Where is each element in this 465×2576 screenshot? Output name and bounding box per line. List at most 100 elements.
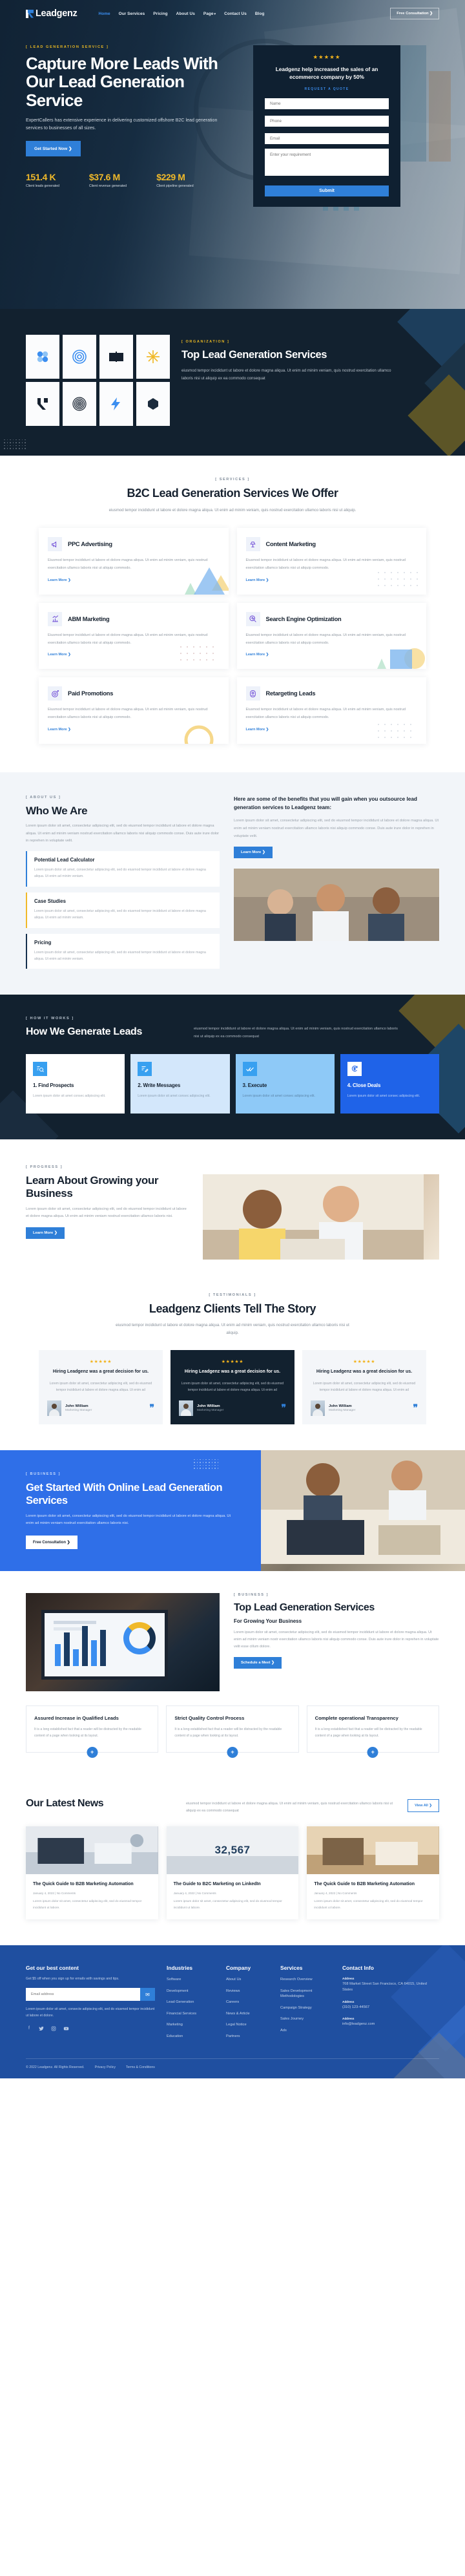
top-services-section: [ BUSINESS ] Top Lead Generation Service…: [0, 1570, 465, 1779]
learn-more-link[interactable]: Learn More ❯: [48, 653, 71, 657]
nav-item-contact-us[interactable]: Contact Us: [224, 12, 247, 16]
view-all-button[interactable]: View All ❯: [408, 1799, 439, 1812]
feature-cards-grid: Assured Increase in Qualified Leads It i…: [26, 1705, 439, 1758]
asterisk-burst-icon[interactable]: [136, 335, 170, 379]
footer-link[interactable]: Software: [167, 1977, 214, 1983]
accordion-item-pricing[interactable]: Pricing Lorem ipsum dolor sit amet, cons…: [26, 933, 220, 969]
arrow-flag-icon[interactable]: [26, 382, 59, 426]
footer-column-company: Company About Us Reviews Careers News & …: [226, 1965, 269, 2045]
stat-pipeline-value: $229 M: [156, 171, 185, 182]
concentric-rings-icon[interactable]: [63, 382, 96, 426]
service-card-ppc[interactable]: PPC Advertising Eiusmod tempor incididun…: [39, 528, 229, 595]
nav-item-home[interactable]: Home: [98, 12, 110, 16]
twitter-icon[interactable]: [38, 2025, 45, 2032]
nav-item-pricing[interactable]: Pricing: [153, 12, 167, 16]
facebook-icon[interactable]: f: [26, 2025, 32, 2032]
service-card-content-marketing[interactable]: Content Marketing Eiusmod tempor incidid…: [236, 528, 426, 595]
news-card[interactable]: 32,567 The Guide to B2C Marketing on Lin…: [166, 1826, 299, 1920]
footer-link[interactable]: Legal Notice: [226, 2022, 269, 2028]
learn-more-link[interactable]: Learn More ❯: [246, 653, 269, 657]
instagram-icon[interactable]: [50, 2025, 57, 2032]
requirement-textarea[interactable]: [265, 149, 389, 176]
schedule-meet-button[interactable]: Schedule a Meet ❯: [234, 1657, 282, 1669]
lamp-icon: [245, 537, 260, 552]
step-title: 1. Find Prospects: [33, 1082, 74, 1088]
footer-column-heading: Company: [226, 1965, 251, 1972]
clover-logo-icon[interactable]: [26, 335, 59, 379]
footer-link[interactable]: Sales Journey: [280, 2016, 331, 2022]
nav-item-about-us[interactable]: About Us: [176, 12, 195, 16]
feature-text: It is a long established fact that a rea…: [315, 1727, 422, 1738]
testimonial-quote: Hiring Leadgenz was a great decision for…: [52, 1369, 149, 1375]
news-card[interactable]: The Quick Guide to B2B Marketing Automat…: [307, 1826, 439, 1920]
nav-item-page[interactable]: Page▾: [203, 12, 216, 16]
footer-link[interactable]: Ads: [280, 2028, 331, 2034]
open-book-icon[interactable]: [99, 335, 133, 379]
progress-learn-more-button[interactable]: Learn More ❯: [26, 1227, 65, 1239]
lightning-bolt-icon[interactable]: [99, 382, 133, 426]
benefit-learn-more-button[interactable]: Learn More ❯: [234, 847, 273, 859]
step-write-messages[interactable]: 2. Write Messages Lorem ipsum dolor sit …: [130, 1053, 230, 1114]
footer-link[interactable]: Marketing: [167, 2022, 214, 2028]
footer-link[interactable]: Campaign Strategy: [280, 2005, 331, 2011]
service-card-retargeting[interactable]: Retargeting Leads Eiusmod tempor incidid…: [236, 677, 426, 744]
fingerprint-spiral-icon[interactable]: [63, 335, 96, 379]
newsletter-email-input[interactable]: [26, 1988, 140, 2001]
testimonial-name: John William: [65, 1404, 88, 1408]
testimonials-section: [ TESTIMONIALS ] Leadgenz Clients Tell T…: [0, 1287, 465, 1450]
step-find-prospects[interactable]: 1. Find Prospects Lorem ipsum dolor sit …: [26, 1053, 125, 1114]
footer-link[interactable]: Education: [167, 2034, 214, 2040]
step-close-deals[interactable]: 4. Close Deals Lorem ipsum dolor sit ame…: [340, 1053, 439, 1114]
submit-button[interactable]: Submit: [265, 185, 389, 197]
stat-revenue-value: $37.6 M: [88, 171, 120, 182]
terms-conditions-link[interactable]: Terms & Conditions: [126, 2065, 155, 2069]
radar-person-icon: [245, 686, 260, 701]
footer-link[interactable]: About Us: [226, 1977, 269, 1983]
footer-link[interactable]: Financial Services: [167, 2011, 214, 2017]
news-card[interactable]: The Quick Guide to B2B Marketing Automat…: [26, 1826, 158, 1920]
service-card-paid-promotions[interactable]: Paid Promotions Eiusmod tempor incididun…: [39, 677, 229, 744]
step-execute[interactable]: 3. Execute Lorem ipsum dolor sit amet co…: [235, 1053, 335, 1114]
get-started-button[interactable]: Get Started Now ❯: [26, 140, 81, 156]
email-input[interactable]: [265, 133, 389, 145]
accordion-item-case-studies[interactable]: Case Studies Lorem ipsum dolor sit amet,…: [26, 892, 220, 928]
name-input[interactable]: [265, 98, 389, 110]
learn-more-link[interactable]: Learn More ❯: [246, 578, 269, 582]
steps-grid: 1. Find Prospects Lorem ipsum dolor sit …: [26, 1053, 439, 1114]
nav-item-our-services[interactable]: Our Services: [119, 12, 145, 16]
service-card-text: Eiusmod tempor incididunt ut labore et d…: [245, 708, 406, 720]
phone-input[interactable]: [265, 116, 389, 127]
contact-label: Address: [342, 2016, 355, 2020]
learn-more-link[interactable]: Learn More ❯: [246, 728, 269, 732]
privacy-policy-link[interactable]: Privacy Policy: [95, 2065, 116, 2069]
plus-icon[interactable]: +: [87, 1746, 98, 1758]
free-consultation-button[interactable]: Free Consultation ❯: [390, 8, 439, 19]
footer-link[interactable]: Research Overview: [280, 1977, 331, 1983]
footer-link[interactable]: News & Article: [226, 2011, 269, 2017]
footer-link[interactable]: Sales Development Methodologies: [280, 1989, 331, 2000]
hexagon-gem-icon[interactable]: [136, 382, 170, 426]
search-pulse-icon: [245, 611, 260, 626]
contact-email[interactable]: info@leadgenz.com: [342, 2022, 428, 2027]
contact-phone[interactable]: (310) 123-44567: [342, 2005, 428, 2011]
service-card-abm[interactable]: ABM Marketing Eiusmod tempor incididunt …: [39, 602, 229, 670]
cta-free-consultation-button[interactable]: Free Consultation ❯: [26, 1535, 78, 1549]
plus-icon[interactable]: +: [227, 1746, 238, 1758]
footer-link[interactable]: Development: [167, 1989, 214, 1994]
footer-link[interactable]: Reviews: [226, 1989, 269, 1994]
news-card-title: The Guide to B2C Marketing on LinkedIn: [173, 1881, 261, 1886]
service-card-seo[interactable]: Search Engine Optimization Eiusmod tempo…: [236, 602, 426, 670]
avatar: [311, 1400, 325, 1416]
learn-more-link[interactable]: Learn More ❯: [48, 578, 71, 582]
learn-more-link[interactable]: Learn More ❯: [48, 728, 71, 732]
youtube-icon[interactable]: [63, 2025, 69, 2032]
nav-item-blog[interactable]: Blog: [255, 12, 265, 16]
plus-icon[interactable]: +: [367, 1746, 378, 1758]
newsletter-submit-button[interactable]: ✉: [140, 1988, 155, 2001]
footer-link[interactable]: Partners: [226, 2034, 269, 2040]
footer-link[interactable]: Lead Generation: [167, 2000, 214, 2005]
accordion-item-lead-calculator[interactable]: Potential Lead Calculator Lorem ipsum do…: [26, 850, 220, 887]
services-subtitle: eiusmod tempor incididunt ut labore et d…: [108, 507, 356, 512]
brand-logo[interactable]: Leadgenz: [26, 8, 78, 19]
footer-link[interactable]: Careers: [226, 2000, 269, 2005]
